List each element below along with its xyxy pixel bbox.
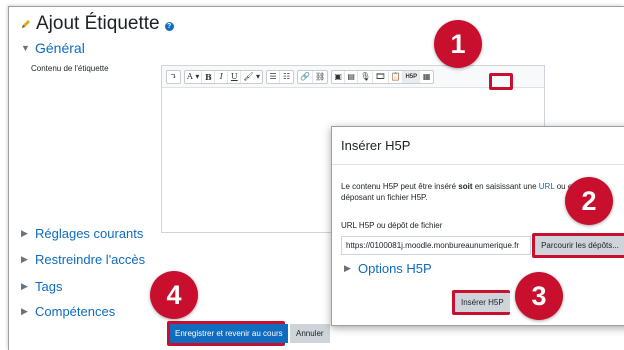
section-competences[interactable]: ▶ Compétences [21, 304, 115, 319]
expand-toolbar-icon[interactable]: ↴ [167, 71, 180, 83]
step-badge-3: 3 [515, 272, 563, 320]
chevron-right-icon: ▶ [21, 228, 28, 238]
section-restreindre[interactable]: ▶ Restreindre l'accès [21, 252, 145, 267]
dialog-description: Le contenu H5P peut être inséré soit en … [341, 181, 581, 203]
bold-icon[interactable]: B [202, 70, 216, 83]
chevron-right-icon: ▶ [21, 281, 28, 291]
image-icon[interactable]: ▣ [332, 70, 346, 83]
help-icon[interactable]: ? [164, 21, 174, 31]
italic-icon[interactable]: I [215, 70, 229, 83]
font-size-icon[interactable]: A ▾ [185, 70, 203, 83]
insert-h5p-button[interactable]: Insérer H5P [455, 293, 510, 312]
section-general[interactable]: ▼ Général [21, 40, 85, 56]
options-h5p-label: Options H5P [358, 261, 432, 276]
unordered-list-icon[interactable]: ☰ [267, 70, 281, 83]
section-tags[interactable]: ▶ Tags [21, 279, 62, 294]
link-icon[interactable]: 🔗 [298, 70, 314, 83]
section-tags-label: Tags [35, 279, 63, 294]
ordered-list-icon[interactable]: ☷ [280, 71, 293, 83]
section-competences-label: Compétences [35, 304, 116, 319]
chevron-right-icon: ▶ [21, 306, 28, 316]
cancel-button[interactable]: Annuler [290, 324, 330, 343]
step-badge-4: 4 [150, 271, 198, 319]
options-h5p-toggle[interactable]: ▶ Options H5P [344, 261, 432, 276]
content-label: Contenu de l'étiquette [31, 64, 109, 73]
video-icon[interactable]: 🎞 [373, 70, 389, 83]
microphone-icon[interactable]: 🎙 [358, 70, 374, 83]
dialog-header: Insérer H5P × [332, 127, 624, 165]
page-title: Ajout Étiquette [36, 13, 160, 34]
chevron-down-icon: ▼ [21, 43, 30, 53]
desc-text: Le contenu H5P peut être inséré [341, 182, 459, 191]
desc-text: en saisissant une [472, 182, 539, 191]
pencil-icon [22, 20, 30, 28]
table-icon[interactable]: ▦ [420, 71, 433, 83]
color-icon[interactable]: 🖌 ▾ [241, 71, 262, 83]
chevron-right-icon: ▶ [21, 254, 28, 264]
section-reglages-label: Réglages courants [35, 226, 144, 241]
editor-toolbar: ↴ A ▾ B I U 🖌 ▾ ☰ ☷ 🔗 ⛓ ▣ ▤ 🎙 🎞 📋 H5P ▦ [162, 66, 544, 88]
browse-repositories-button[interactable]: Parcourir les dépôts... [535, 236, 624, 255]
url-input[interactable]: https://0100081j.moodle.monbureaunumeriq… [341, 236, 531, 255]
url-label: URL H5P ou dépôt de fichier [341, 221, 443, 230]
underline-icon[interactable]: U [228, 70, 242, 83]
section-reglages[interactable]: ▶ Réglages courants [21, 226, 143, 241]
h5p-button-highlight [489, 73, 513, 90]
insert-h5p-dialog: Insérer H5P × Le contenu H5P peut être i… [331, 126, 624, 326]
h5p-icon[interactable]: H5P [403, 70, 421, 83]
page-header: Ajout Étiquette ? [21, 13, 174, 35]
step-badge-1: 1 [434, 20, 482, 68]
media-icon[interactable]: ▤ [345, 70, 359, 83]
desc-bold: soit [458, 182, 473, 191]
chevron-right-icon: ▶ [344, 263, 351, 273]
unlink-icon[interactable]: ⛓ [313, 71, 327, 83]
dialog-title: Insérer H5P [341, 138, 411, 153]
section-general-label: Général [35, 40, 85, 56]
step-badge-2: 2 [565, 177, 613, 225]
section-restreindre-label: Restreindre l'accès [35, 252, 146, 267]
url-link[interactable]: URL [539, 182, 555, 191]
save-and-return-button[interactable]: Enregistrer et revenir au cours [170, 324, 288, 343]
file-icon[interactable]: 📋 [389, 70, 404, 83]
